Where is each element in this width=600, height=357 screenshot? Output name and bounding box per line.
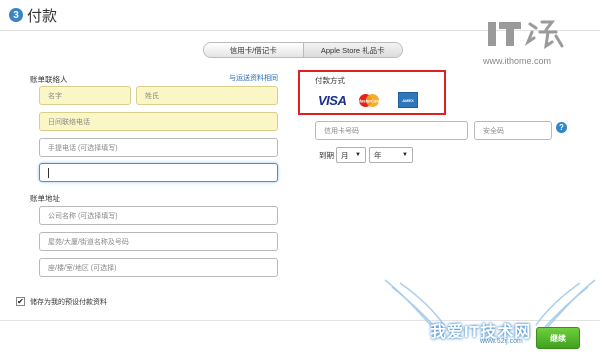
card-number-field[interactable]: 信用卡号码	[315, 121, 468, 140]
expiry-month-value: 月	[341, 150, 349, 160]
company-placeholder: 公司名称 (可选择填写)	[48, 212, 118, 220]
payment-type-tabs: 信用卡/借记卡 Apple Store 礼品卡	[203, 42, 403, 58]
security-code-placeholder: 安全码	[483, 127, 504, 135]
continue-button[interactable]: 继续	[536, 327, 580, 349]
card-number-placeholder: 信用卡号码	[324, 127, 359, 135]
last-name-placeholder: 姓氏	[145, 92, 159, 100]
copy-shipping-link[interactable]: 与运送资料相同	[229, 73, 278, 83]
first-name-field[interactable]: 名字	[39, 86, 131, 105]
save-default-label: 储存为我的预设付款资料	[30, 299, 107, 306]
mobile-phone-field[interactable]: 手提电话 (可选择填写)	[39, 138, 278, 157]
help-icon[interactable]: ?	[556, 122, 567, 133]
save-default-checkbox[interactable]: ✔	[16, 297, 25, 306]
mastercard-text: MasterCard	[357, 99, 380, 104]
chevron-down-icon: ▼	[402, 152, 408, 158]
text-caret	[48, 167, 49, 178]
expiry-month-select[interactable]: 月 ▼	[336, 147, 366, 163]
tab-credit-card[interactable]: 信用卡/借记卡	[204, 43, 303, 57]
billing-address-label: 账单地址	[30, 194, 60, 203]
street-placeholder: 屋苑/大厦/街道名称及号码	[48, 238, 129, 246]
chevron-down-icon: ▼	[355, 152, 361, 158]
unit-placeholder: 座/楼/室/地区 (可选择)	[48, 264, 117, 272]
mastercard-logo: MasterCard	[357, 94, 381, 107]
security-code-field[interactable]: 安全码	[474, 121, 552, 140]
first-name-placeholder: 名字	[48, 92, 62, 100]
mobile-phone-placeholder: 手提电话 (可选择填写)	[48, 144, 118, 152]
expiry-year-value: 年	[374, 150, 382, 160]
amex-logo: AMEX	[398, 92, 418, 108]
day-phone-placeholder: 日间联络电话	[48, 118, 90, 126]
ithome-url: www.ithome.com	[483, 56, 552, 66]
last-name-field[interactable]: 姓氏	[136, 86, 278, 105]
street-field[interactable]: 屋苑/大厦/街道名称及号码	[39, 232, 278, 251]
expiry-label: 到期	[319, 151, 334, 160]
unit-field[interactable]: 座/楼/室/地区 (可选择)	[39, 258, 278, 277]
billing-contact-label: 账单联络人	[30, 75, 68, 84]
payment-method-label: 付款方式	[315, 76, 345, 85]
company-field[interactable]: 公司名称 (可选择填写)	[39, 206, 278, 225]
day-phone-field[interactable]: 日间联络电话	[39, 112, 278, 131]
ithome-logo	[488, 20, 564, 50]
watermark-url: www.52ij.com	[480, 338, 523, 345]
page-title: 付款	[27, 8, 58, 25]
email-field[interactable]	[39, 163, 278, 182]
step-number-badge: 3	[9, 8, 23, 22]
tab-gift-card[interactable]: Apple Store 礼品卡	[302, 43, 402, 57]
visa-logo: VISA	[318, 93, 347, 108]
expiry-year-select[interactable]: 年 ▼	[369, 147, 413, 163]
